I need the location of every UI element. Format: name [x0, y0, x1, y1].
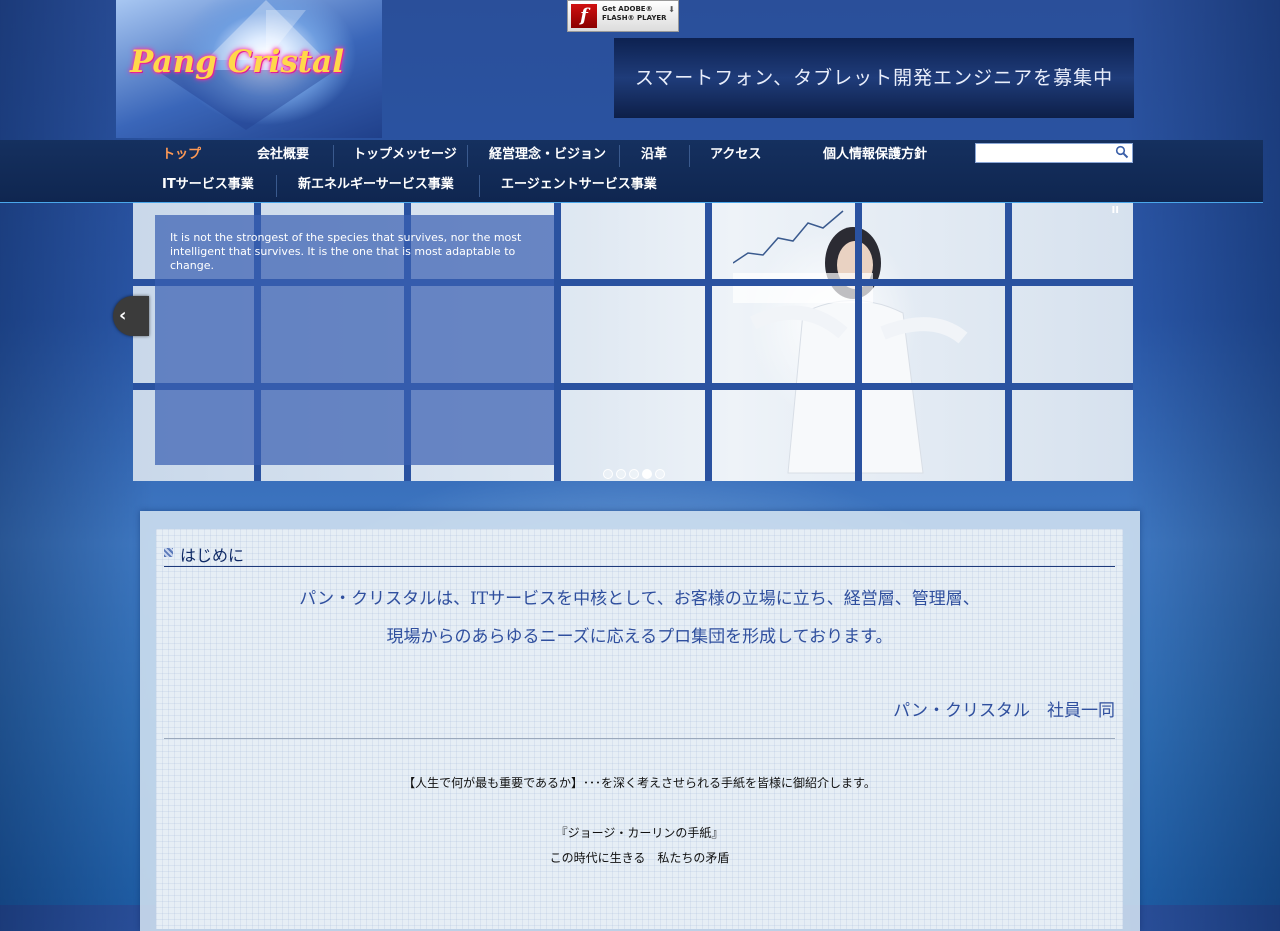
slide-dot[interactable]: [603, 469, 613, 479]
intro-line-2: 現場からのあらゆるニーズに応えるプロ集団を形成しております。: [386, 627, 893, 647]
divider: [164, 738, 1115, 739]
slide-dot[interactable]: [616, 469, 626, 479]
section-title: はじめに: [180, 546, 245, 565]
nav-separator: [276, 175, 277, 197]
section-bullet-icon: [164, 548, 173, 557]
nav-separator: [619, 145, 620, 167]
recruit-banner[interactable]: スマートフォン、タブレット開発エンジニアを募集中: [614, 38, 1134, 118]
slide-dot-active[interactable]: [642, 469, 652, 479]
search-input[interactable]: [975, 143, 1133, 163]
get-flash-player-badge[interactable]: f Get ADOBE® FLASH® PLAYER ⬇: [567, 0, 679, 32]
nav-separator: [479, 175, 480, 197]
nav-item-privacy-policy[interactable]: 個人情報保護方針: [823, 140, 927, 170]
quote-text: It is not the strongest of the species t…: [170, 231, 522, 272]
section-header: はじめに: [164, 542, 1115, 567]
logo-text: Pang Cristal: [130, 44, 344, 80]
flash-badge-line1: Get ADOBE®: [602, 5, 653, 13]
flash-badge-line2: FLASH® PLAYER: [602, 14, 667, 22]
site-logo[interactable]: Pang Cristal: [116, 0, 382, 138]
slide-dot[interactable]: [629, 469, 639, 479]
content-panel: はじめに パン・クリスタルは、ITサービスを中核として、お客様の立場に立ち、経営…: [140, 511, 1140, 931]
quote-panel: It is not the strongest of the species t…: [155, 215, 554, 465]
download-arrow-icon: ⬇: [668, 5, 675, 14]
nav-item-new-energy-services[interactable]: 新エネルギーサービス事業: [298, 170, 454, 200]
body-line-1: 【人生で何が最も重要であるか】･･･を深く考えさせられる手紙を皆様に御紹介します…: [403, 776, 876, 790]
flash-icon: f: [571, 4, 597, 28]
search-icon[interactable]: [1115, 145, 1129, 159]
slide-pagination: [603, 464, 668, 479]
nav-item-it-services[interactable]: ITサービス事業: [162, 170, 254, 200]
nav-item-company-profile[interactable]: 会社概要: [257, 140, 309, 170]
nav-item-history[interactable]: 沿革: [641, 140, 667, 170]
nav-item-agent-services[interactable]: エージェントサービス事業: [501, 170, 657, 200]
slide-dot[interactable]: [655, 469, 665, 479]
nav-separator: [689, 145, 690, 167]
nav-item-top[interactable]: トップ: [162, 140, 201, 170]
nav-separator: [467, 145, 468, 167]
content-area: はじめに パン・クリスタルは、ITサービスを中核として、お客様の立場に立ち、経営…: [156, 529, 1123, 929]
hero-slider[interactable]: It is not the strongest of the species t…: [133, 203, 1133, 481]
signature: パン・クリスタル 社員一同: [893, 701, 1115, 721]
intro-line-1: パン・クリスタルは、ITサービスを中核として、お客様の立場に立ち、経営層、管理層…: [299, 589, 980, 609]
body-line-2: 『ジョージ・カーリンの手紙』: [555, 826, 724, 840]
body-line-3: この時代に生きる 私たちの矛盾: [549, 851, 730, 865]
nav-item-access[interactable]: アクセス: [710, 140, 761, 170]
pause-icon[interactable]: II: [1112, 205, 1119, 216]
nav-separator: [333, 145, 334, 167]
nav-item-philosophy-vision[interactable]: 経営理念・ビジョン: [489, 140, 606, 170]
prev-slide-button[interactable]: ‹: [113, 296, 149, 336]
nav-item-top-message[interactable]: トップメッセージ: [353, 140, 457, 170]
